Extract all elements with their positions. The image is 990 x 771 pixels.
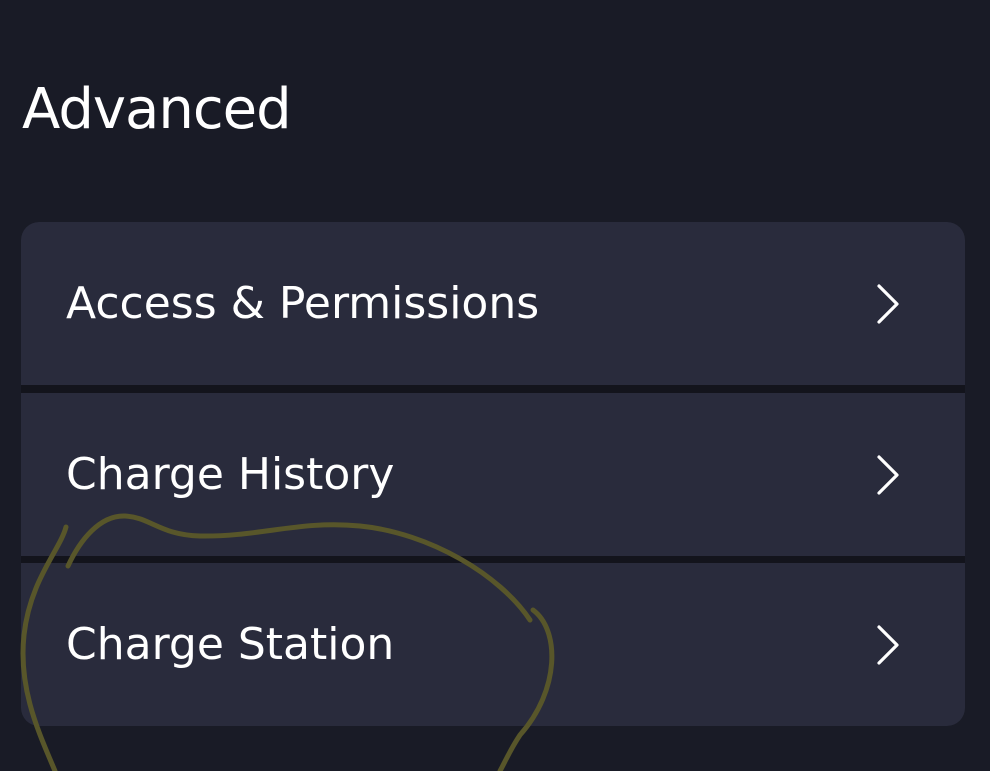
section-title: Advanced: [22, 77, 292, 142]
chevron-right-icon: [877, 624, 899, 665]
chevron-right-icon: [877, 454, 899, 495]
list-item-charge-history[interactable]: Charge History: [21, 393, 965, 556]
list-item-label: Access & Permissions: [66, 277, 540, 329]
list-item-access-permissions[interactable]: Access & Permissions: [21, 222, 965, 385]
list-item-label: Charge Station: [66, 618, 395, 670]
list-item-label: Charge History: [66, 448, 395, 500]
advanced-settings-list: Access & Permissions Charge History Char…: [21, 222, 965, 726]
list-item-charge-station[interactable]: Charge Station: [21, 563, 965, 726]
chevron-right-icon: [877, 283, 899, 324]
